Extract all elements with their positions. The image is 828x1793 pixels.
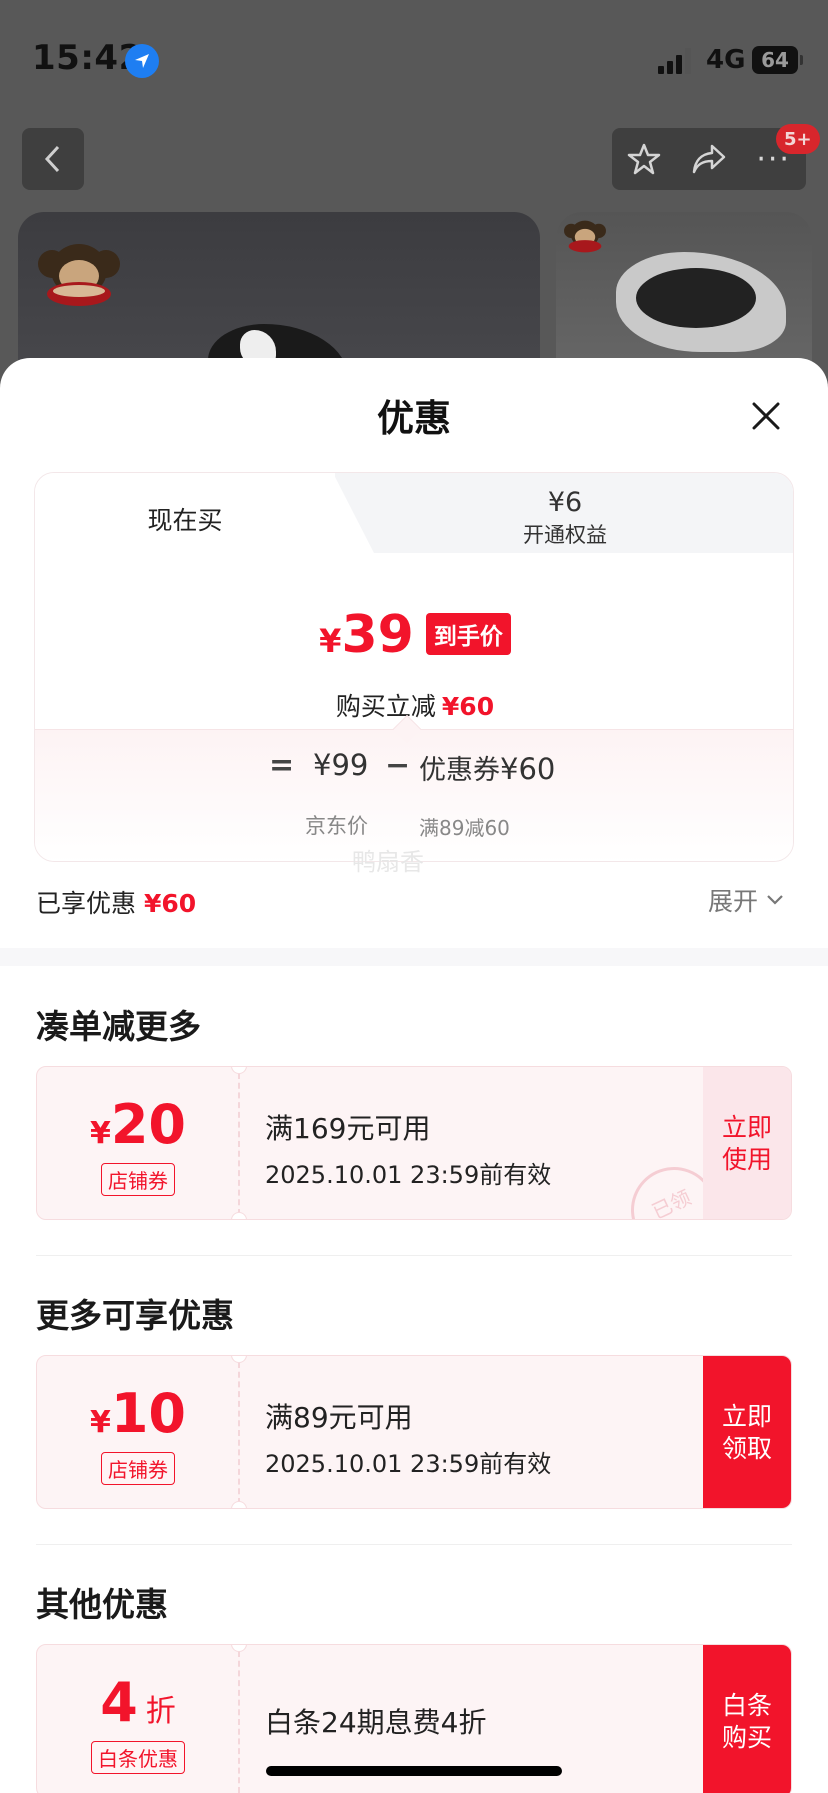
battery-icon: 64 <box>752 46 803 74</box>
coupon-validity: 2025.10.01 23:59前有效 <box>265 1161 552 1189</box>
coupon-currency: ¥ <box>89 1116 111 1151</box>
discount-value: 4 <box>100 1671 138 1734</box>
section-gap <box>0 948 828 966</box>
coupon-amount: ¥10 <box>37 1382 239 1445</box>
coupon-card-store-10: ¥10 店铺券 满89元可用 2025.10.01 23:59前有效 立即领取 <box>36 1355 792 1509</box>
coupon-amount-value: 20 <box>110 1093 187 1156</box>
coupon-condition: 白条24期息费4折 <box>265 1706 487 1739</box>
claim-now-label: 立即领取 <box>721 1402 772 1463</box>
coupon-condition: 满89元可用 <box>265 1401 413 1434</box>
calc-coupon-amount: ¥60 <box>500 752 556 786</box>
close-button[interactable] <box>744 394 788 438</box>
close-icon <box>752 402 780 430</box>
expand-button[interactable]: 展开 <box>708 882 784 918</box>
calc-coupon-rule: 满89减60 <box>419 816 510 840</box>
chevron-down-icon <box>767 895 783 905</box>
enjoyed-discount: 已享优惠 ¥60 <box>36 884 196 920</box>
share-icon <box>692 144 726 174</box>
calc-coupon: 优惠券¥60 <box>419 748 555 787</box>
coupon-type-badge: 白条优惠 <box>91 1741 185 1774</box>
enjoyed-label: 已享优惠 <box>36 889 137 918</box>
baitiao-buy-label: 白条购买 <box>721 1691 772 1752</box>
price-currency: ¥ <box>319 622 342 660</box>
cellular-signal-icon <box>658 48 694 74</box>
chevron-left-icon <box>44 145 60 173</box>
coupon-condition: 满169元可用 <box>265 1112 431 1145</box>
discount-sheet: 优惠 现在买 ¥6 开通权益 ¥ 39 到手价 购买立减 ¥60 = ¥99 − … <box>0 358 828 1793</box>
watermark: 鸭扇香 <box>352 848 424 876</box>
coupon-amount-value: 10 <box>110 1382 187 1445</box>
background-page: 15:42 4G 64 ··· 5+ <box>0 0 828 400</box>
coupon-notch <box>231 1501 247 1508</box>
coupon-value-area: ¥10 店铺券 <box>37 1356 239 1508</box>
price-value: 39 <box>341 605 414 665</box>
calc-equals: = <box>269 748 295 783</box>
baitiao-buy-button[interactable]: 白条购买 <box>703 1645 791 1793</box>
coupon-type-badge: 店铺券 <box>101 1452 175 1485</box>
section-title-more-offers: 更多可享优惠 <box>36 1296 234 1335</box>
tab-membership-amount: ¥6 <box>547 487 583 518</box>
tab-buy-now-label: 现在买 <box>147 506 223 535</box>
coupon-card-store-20: ¥20 店铺券 满169元可用 2025.10.01 23:59前有效 已领 立… <box>36 1066 792 1220</box>
final-price-tag: 到手价 <box>425 613 511 655</box>
discount-unit: 折 <box>145 1694 176 1729</box>
section-title-more-savings: 凑单减更多 <box>36 1007 201 1046</box>
coupon-type: 白条优惠 <box>37 1741 239 1774</box>
sheet-title: 优惠 <box>377 397 451 440</box>
saving-amount: ¥60 <box>441 692 495 721</box>
calc-list-price: ¥99 <box>313 748 369 782</box>
coupon-type-badge: 店铺券 <box>101 1163 175 1196</box>
use-now-label: 立即使用 <box>721 1113 772 1174</box>
network-type: 4G <box>706 45 746 75</box>
back-button[interactable] <box>22 128 84 190</box>
message-badge: 5+ <box>776 124 820 154</box>
expand-label: 展开 <box>708 887 759 916</box>
coupon-type: 店铺券 <box>37 1452 239 1485</box>
location-arrow-icon <box>125 44 159 78</box>
coupon-amount: 4折 <box>37 1671 239 1734</box>
brand-logo-small <box>564 220 606 253</box>
status-bar: 15:42 4G 64 <box>0 0 828 120</box>
coupon-amount: ¥20 <box>37 1093 239 1156</box>
coupon-perforation <box>238 1362 240 1504</box>
section-divider <box>36 1255 792 1256</box>
coupon-value-area: 4折 白条优惠 <box>37 1645 239 1793</box>
price-breakdown-card: 现在买 ¥6 开通权益 ¥ 39 到手价 购买立减 ¥60 = ¥99 − 优惠券… <box>34 472 794 862</box>
tab-membership-label: 开通权益 <box>523 523 607 547</box>
enjoyed-amount: ¥60 <box>144 889 197 918</box>
share-button[interactable] <box>679 128 739 190</box>
saving-label: 购买立减 <box>335 692 436 721</box>
final-price: ¥ 39 到手价 <box>35 605 793 665</box>
section-divider <box>36 1544 792 1545</box>
section-title-other-offers: 其他优惠 <box>36 1585 168 1624</box>
coupon-value-area: ¥20 店铺券 <box>37 1067 239 1219</box>
coupon-currency: ¥ <box>89 1405 111 1440</box>
star-icon <box>628 143 661 175</box>
calc-coupon-label: 优惠券 <box>419 755 500 786</box>
coupon-perforation <box>238 1651 240 1793</box>
calc-minus: − <box>385 748 411 783</box>
calc-list-price-label: 京东价 <box>305 814 368 838</box>
coupon-type: 店铺券 <box>37 1163 239 1196</box>
claim-now-button[interactable]: 立即领取 <box>703 1356 791 1508</box>
favorite-button[interactable] <box>614 128 674 190</box>
coupon-validity: 2025.10.01 23:59前有效 <box>265 1450 552 1478</box>
home-indicator[interactable] <box>266 1766 562 1776</box>
coupon-notch <box>231 1212 247 1219</box>
saving-row: 购买立减 ¥60 <box>35 687 793 723</box>
coupon-perforation <box>238 1073 240 1215</box>
brand-logo <box>38 244 120 306</box>
use-now-button[interactable]: 立即使用 <box>703 1067 791 1219</box>
shoe-thumb-detail <box>636 268 756 328</box>
